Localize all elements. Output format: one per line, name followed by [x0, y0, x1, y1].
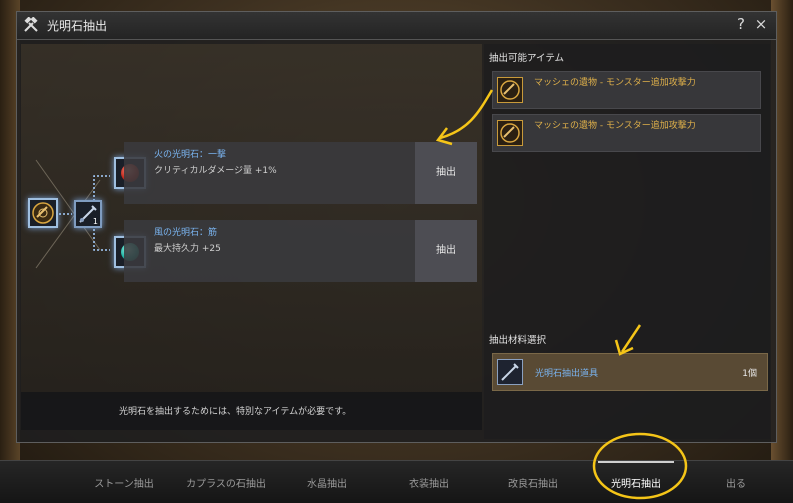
annotation-marks	[435, 89, 688, 500]
